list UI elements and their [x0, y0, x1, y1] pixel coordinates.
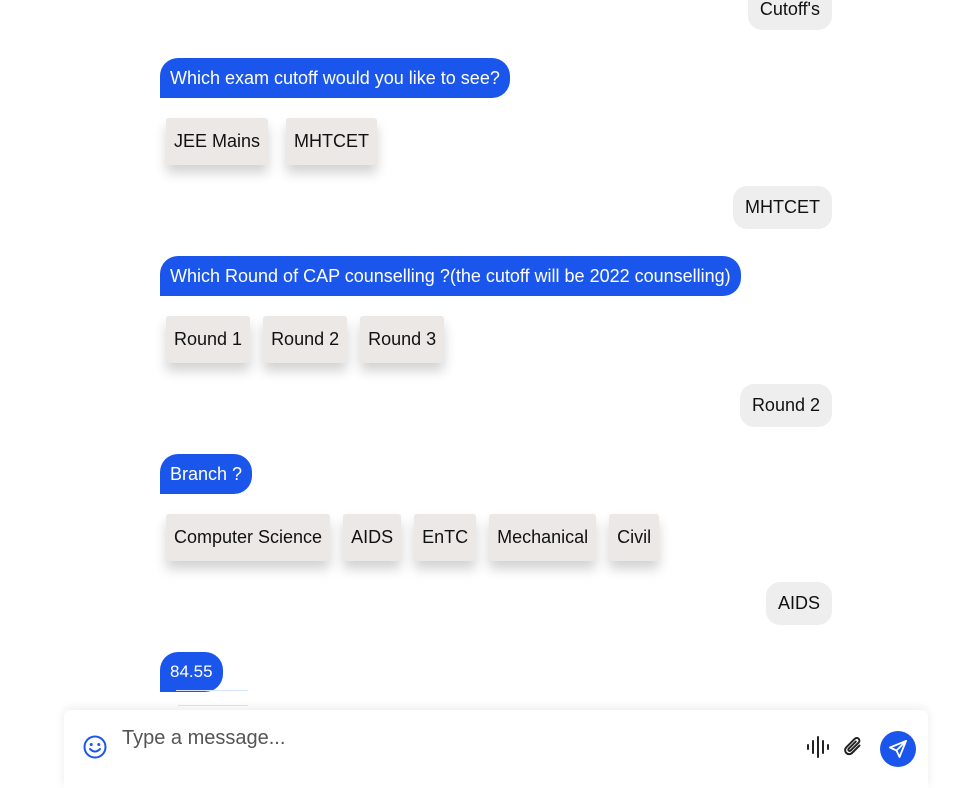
bot-message-text: Which exam cutoff would you like to see? [170, 68, 500, 88]
bot-message: Branch ? [160, 454, 253, 494]
user-message: AIDS [765, 582, 832, 625]
paper-plane-icon [889, 740, 907, 758]
user-message-text: MHTCET [745, 197, 820, 217]
bot-message: Which Round of CAP counselling ?(the cut… [160, 256, 741, 296]
user-message: MHTCET [733, 186, 832, 229]
option-mechanical[interactable]: Mechanical [489, 514, 597, 561]
option-round-3[interactable]: Round 3 [360, 316, 445, 363]
paperclip-icon[interactable] [841, 734, 867, 760]
option-round-1[interactable]: Round 1 [166, 316, 251, 363]
send-button[interactable] [880, 731, 916, 767]
quick-replies: Computer Science AIDS EnTC Mechanical Ci… [166, 514, 660, 561]
option-civil[interactable]: Civil [609, 514, 660, 561]
option-entc[interactable]: EnTC [414, 514, 477, 561]
option-round-2[interactable]: Round 2 [263, 316, 348, 363]
chat-window: Cutoff's Which exam cutoff would you lik… [0, 0, 977, 788]
message-input[interactable] [120, 722, 784, 754]
divider [178, 705, 248, 706]
bot-message: Which exam cutoff would you like to see? [160, 58, 510, 98]
bot-message-text: Branch ? [170, 464, 243, 484]
bot-message: 84.55 [160, 652, 223, 692]
user-message-text: Cutoff's [759, 0, 820, 19]
bot-message-text: Which Round of CAP counselling ?(the cut… [170, 266, 731, 286]
user-message: Round 2 [739, 384, 832, 427]
option-aids[interactable]: AIDS [343, 514, 402, 561]
voice-wave-icon[interactable] [805, 734, 831, 760]
user-message-text: AIDS [777, 593, 820, 613]
option-jee-mains[interactable]: JEE Mains [166, 118, 269, 165]
message-composer [64, 710, 928, 788]
smiley-icon[interactable] [82, 734, 108, 760]
bot-message-text: 84.55 [170, 662, 213, 681]
quick-replies: Round 1 Round 2 Round 3 [166, 316, 445, 363]
user-message: Cutoff's [747, 0, 832, 30]
option-computer-science[interactable]: Computer Science [166, 514, 331, 561]
divider [176, 690, 248, 691]
user-message-text: Round 2 [751, 395, 820, 415]
quick-replies: JEE Mains MHTCET [166, 118, 378, 165]
option-mhtcet[interactable]: MHTCET [286, 118, 378, 165]
